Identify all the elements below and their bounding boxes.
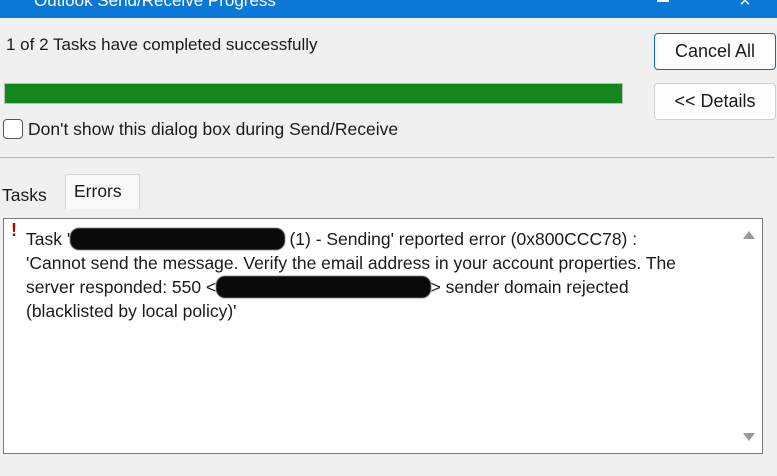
dont-show-checkbox-label[interactable]: Don't show this dialog box during Send/R… xyxy=(28,118,398,140)
tab-errors[interactable]: Errors xyxy=(65,174,140,209)
error-text-segment: (1) - Sending' reported error (0x800CCC7… xyxy=(284,229,638,249)
error-line: server responded: 550 < darren@beddoes.pl… xyxy=(26,275,738,299)
progress-fill xyxy=(5,84,622,103)
error-text-segment: Task ' xyxy=(26,229,71,249)
title-bar: Outlook Send/Receive Progress × xyxy=(0,0,777,18)
error-line: (blacklisted by local policy)' xyxy=(26,299,738,323)
error-text-segment: server responded: 550 < xyxy=(26,277,217,297)
progress-bar xyxy=(4,83,623,104)
close-icon[interactable]: × xyxy=(736,0,754,11)
error-list[interactable]: ! Task ' darren@beddoes.plus.com (1) - Se… xyxy=(3,218,763,454)
error-exclamation-icon: ! xyxy=(11,220,17,240)
error-text-segment: (blacklisted by local policy)' xyxy=(26,301,237,321)
redacted-email: darren@beddoes.plus.com xyxy=(70,228,285,250)
redacted-email: darren@beddoes.plus.com xyxy=(216,276,431,298)
vertical-scrollbar[interactable] xyxy=(736,219,762,453)
error-text-segment: > sender domain rejected xyxy=(430,277,629,297)
scroll-up-arrow-icon[interactable] xyxy=(743,231,755,239)
window-title: Outlook Send/Receive Progress xyxy=(34,0,276,10)
dont-show-checkbox[interactable] xyxy=(3,119,23,139)
error-message: Task ' darren@beddoes.plus.com (1) - Send… xyxy=(26,227,738,323)
status-text: 1 of 2 Tasks have completed successfully xyxy=(6,35,318,54)
tab-strip: Tasks Errors xyxy=(0,174,777,209)
details-button[interactable]: << Details xyxy=(654,83,776,120)
error-text-segment: 'Cannot send the message. Verify the ema… xyxy=(26,253,676,273)
cancel-all-button[interactable]: Cancel All xyxy=(654,33,776,70)
minimize-icon[interactable] xyxy=(655,0,671,18)
tab-tasks[interactable]: Tasks xyxy=(0,178,55,212)
error-line: 'Cannot send the message. Verify the ema… xyxy=(26,251,738,275)
error-line: Task ' darren@beddoes.plus.com (1) - Send… xyxy=(26,227,738,251)
divider xyxy=(0,157,775,158)
send-receive-progress-dialog: Outlook Send/Receive Progress × 1 of 2 T… xyxy=(0,0,777,476)
scroll-down-arrow-icon[interactable] xyxy=(743,433,755,441)
